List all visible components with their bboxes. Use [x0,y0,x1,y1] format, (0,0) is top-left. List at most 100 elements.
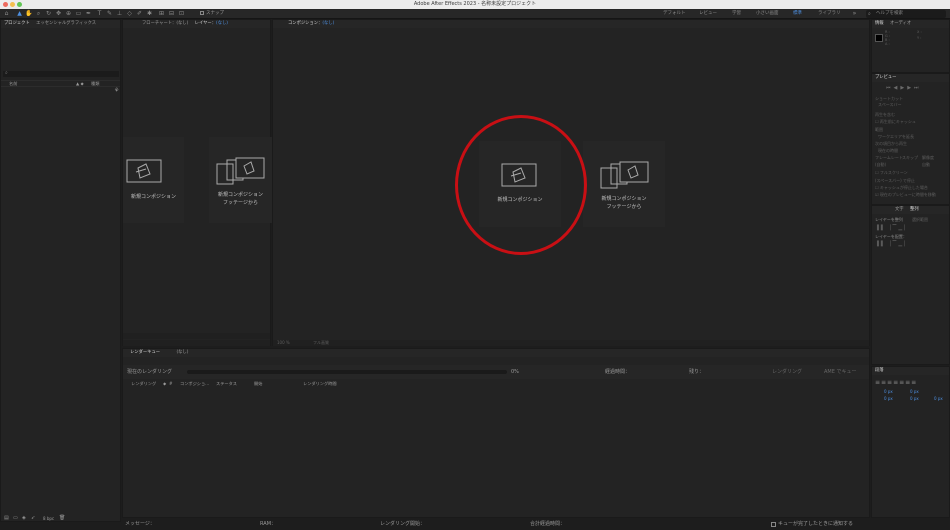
snap-label: スナップ [206,11,224,16]
snap-checkbox[interactable] [200,11,204,15]
column-type[interactable]: 種類 [91,81,99,87]
message-label: メッセージ： [125,521,155,527]
col-render[interactable]: レンダリング [131,381,156,387]
workspace-default[interactable]: デフォルト [663,10,686,18]
brush-tool-icon[interactable]: ✎ [106,10,113,17]
space-before[interactable]: 0 px [884,396,893,402]
project-search-input[interactable]: ⌕ [3,70,119,77]
type-tool-icon[interactable]: T [96,10,103,17]
col-start[interactable]: 開始 [254,381,262,387]
paragraph-panel: 段落 ≡≡≡≡≡≡≡ 0 px 0 px 0 px 0 px 0 px [871,366,950,518]
clone-stamp-tool-icon[interactable]: ⊥ [116,10,123,17]
comp-new-comp-from-footage-label-2: フッテージから [606,204,642,210]
puppet-tool-icon[interactable]: ✱ [146,10,153,17]
tab-audio[interactable]: オーディオ [890,20,911,28]
trash-icon[interactable]: 🗑 [59,515,65,521]
layer-timecode-bar [123,333,270,339]
help-search-field[interactable]: ⌕ ヘルプを検索 [866,10,946,18]
comp-new-comp-from-footage-card[interactable]: 新規コンポジション フッテージから [583,141,665,227]
eraser-tool-icon[interactable]: ◇ [126,10,133,17]
queue-in-ame-button[interactable]: AME でキュー [824,367,856,377]
new-comp-from-footage-card[interactable]: 新規コンポジション フッテージから [209,137,272,223]
indent-first[interactable]: 0 px [910,389,919,395]
local-axis-icon[interactable]: ⊞ [158,10,165,17]
col-composition[interactable]: コンポジショ... [180,381,209,387]
zoom-tool-icon[interactable]: ⌕ [35,10,42,17]
bpc-label[interactable]: 8 bpc [43,515,54,522]
camera-tool-icon[interactable]: ✥ [55,10,62,17]
tab-essential-graphics[interactable]: エッセンシャルグラフィックス [36,20,96,28]
layer-tab-value: (なし) [216,21,228,26]
indent-left[interactable]: 0 px [884,389,893,395]
home-icon[interactable]: ⌂ [3,10,10,17]
zoom-window-button[interactable] [17,2,22,7]
roto-brush-tool-icon[interactable]: ✐ [136,10,143,17]
tab-layer[interactable]: レイヤー：(なし) [195,20,228,28]
tab-composition[interactable]: コンポジション：(なし) [288,20,334,28]
view-axis-icon[interactable]: ⊡ [178,10,185,17]
zoom-dropdown[interactable]: 100 % [277,340,290,346]
render-button[interactable]: レンダリング [772,367,802,377]
shortcut-value[interactable]: スペースバー [878,102,902,108]
col-render-time[interactable]: レンダリング時間 [303,381,337,387]
minimize-window-button[interactable] [10,2,15,7]
workspace-more-icon[interactable]: » [851,10,858,17]
distribute-buttons[interactable]: ▐▌▕▔▁▏ [875,241,910,247]
status-bar: メッセージ： RAM： レンダリング開始： 合計経過時間： キューが完了したとき… [122,519,870,530]
space-after[interactable]: 0 px [934,396,943,402]
interpret-footage-icon[interactable]: ▤ [4,515,9,521]
project-panel-header: プロジェクト エッセンシャルグラフィックス [1,20,120,28]
resolution-dropdown[interactable]: フル画質 [313,340,329,346]
workspace-standard[interactable]: 標準 [793,10,802,18]
new-folder-icon[interactable]: ▭ [13,515,18,521]
option2-checkbox[interactable]: ☑ 現在のプレビューに時間を移動 [875,192,936,198]
world-axis-icon[interactable]: ⊟ [168,10,175,17]
workspace-libraries[interactable]: ライブラリ [818,10,841,18]
tab-align[interactable]: 整列 [910,206,919,214]
flowchart-icon[interactable]: ⚘ [114,87,119,94]
cache-before-label: 再生前にキャッシュ [879,119,916,124]
playback-controls[interactable]: ⏮◀▶▶⏭ [886,85,922,91]
option1-checkbox[interactable]: ☐ キャッシュが停止した場合 [875,185,928,191]
pan-behind-tool-icon[interactable]: ⊕ [65,10,72,17]
render-queue-panel: レンダーキュー (なし) 現在のレンダリング 0% 経過時間： 残り： レンダリ… [122,348,870,518]
fullscreen-checkbox[interactable]: ☐ フルスクリーン [875,170,908,176]
rotate-tool-icon[interactable]: ↻ [45,10,52,17]
resolution-value[interactable]: 自動 [922,162,930,168]
paragraph-align-buttons[interactable]: ≡≡≡≡≡≡≡ [875,379,917,386]
render-status-row: 現在のレンダリング 0% 経過時間： 残り： レンダリング AME でキュー [123,365,869,379]
play-from-value[interactable]: 現在の時間 [878,148,898,154]
column-name[interactable]: 名前 [9,81,17,87]
preview-title: プレビュー [875,75,897,80]
align-buttons[interactable]: ▐▌▕▔▁▏ [875,225,910,231]
workspace-review[interactable]: レビュー [699,10,717,18]
align-to-value[interactable]: 選択範囲 [912,217,928,223]
new-comp-card[interactable]: 新規コンポジション [123,137,184,223]
skip-label: スキップ [902,155,918,160]
workspace-learn[interactable]: 学習 [732,10,741,18]
cache-before-checkbox[interactable]: ☐ 再生前にキャッシュ [875,119,916,125]
close-window-button[interactable] [3,2,8,7]
align-panel: 文字 整列 レイヤーを整列 選択範囲 ▐▌▕▔▁▏ レイヤーを配置： ▐▌▕▔▁… [871,205,950,365]
notify-checkbox[interactable] [771,522,776,527]
selection-tool-icon[interactable]: ▲ [16,10,23,17]
project-footer: ▤ ▭ ◈ ➶ 8 bpc 🗑 [1,515,120,522]
tab-info[interactable]: 情報 [875,20,884,28]
tab-project[interactable]: プロジェクト [4,20,30,28]
new-comp-icon[interactable]: ◈ [22,515,26,521]
render-queue-comp-value[interactable]: (なし) [176,349,188,357]
pen-tool-icon[interactable]: ✒ [85,10,92,17]
tab-character[interactable]: 文字 [895,206,904,214]
rectangle-tool-icon[interactable]: ▭ [75,10,82,17]
info-panel: 情報 オーディオ R : G : B : A : X : Y : [871,19,950,73]
tab-flowchart[interactable]: フローチャート：(なし) [142,20,188,28]
frame-rate-value[interactable]: (自動) [875,162,886,168]
tab-render-queue[interactable]: レンダーキュー [130,349,160,357]
col-status[interactable]: ステータス [216,381,237,387]
range-value[interactable]: ワークエリアを延長 [878,134,914,140]
workspace-small-screen[interactable]: 小さい画面 [756,10,779,18]
indent-right[interactable]: 0 px [910,396,919,402]
share-icon[interactable]: ➶ [31,515,35,521]
col-number[interactable]: # [169,381,173,387]
hand-tool-icon[interactable]: ✋ [25,10,32,17]
